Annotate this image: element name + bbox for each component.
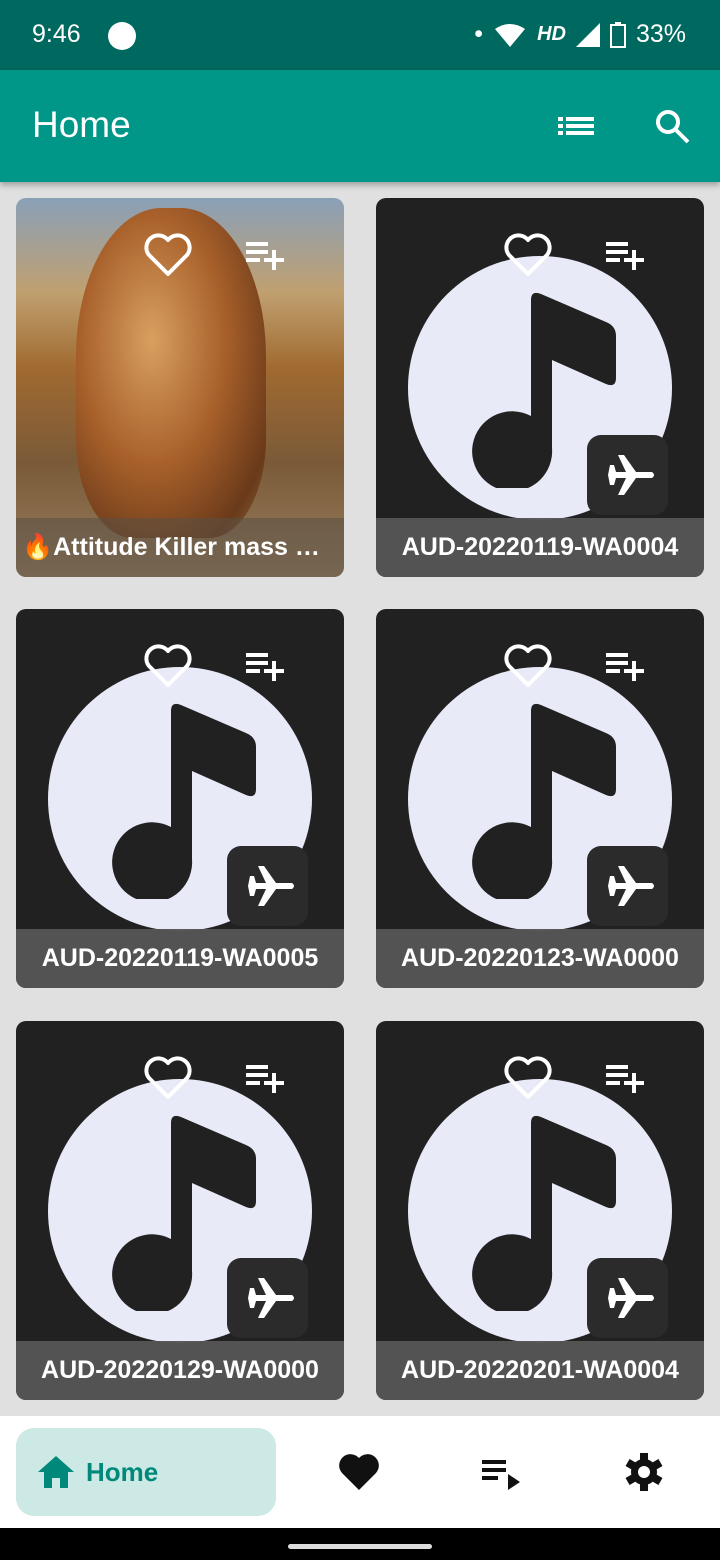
clock: 9:46	[32, 20, 81, 48]
playlist-add-icon[interactable]	[244, 240, 286, 272]
list-view-icon[interactable]	[556, 106, 596, 146]
favorite-heart-icon[interactable]	[502, 230, 554, 280]
bottom-navigation: Home	[0, 1416, 720, 1528]
dot-icon: •	[474, 20, 484, 48]
playlist-add-icon[interactable]	[244, 1063, 286, 1095]
airplane-icon	[601, 1278, 654, 1318]
airplane-icon	[241, 866, 294, 906]
playlist-add-icon[interactable]	[604, 1063, 646, 1095]
app-notification-icon	[108, 22, 136, 50]
favorites-heart-icon[interactable]	[337, 1452, 381, 1492]
offline-badge	[227, 1258, 308, 1338]
settings-gear-icon[interactable]	[622, 1452, 666, 1492]
network-type: HD	[537, 23, 566, 45]
status-bar: 9:46 • HD 33%	[0, 0, 720, 70]
airplane-icon	[241, 1278, 294, 1318]
song-card[interactable]: 🔥Attitude Killer mass …	[16, 198, 344, 577]
page-title: Home	[32, 104, 131, 145]
system-navigation-bar	[0, 1528, 720, 1560]
playlist-add-icon[interactable]	[604, 651, 646, 683]
wifi-icon	[495, 23, 526, 47]
favorite-heart-icon[interactable]	[502, 641, 554, 691]
song-card[interactable]: AUD-20220129-WA0000	[16, 1021, 344, 1400]
song-card[interactable]: AUD-20220119-WA0005	[16, 609, 344, 988]
playlist-add-icon[interactable]	[244, 651, 286, 683]
home-icon	[38, 1456, 74, 1488]
airplane-icon	[601, 866, 654, 906]
signal-icon	[575, 22, 600, 47]
song-title: AUD-20220119-WA0004	[376, 518, 704, 577]
nav-home[interactable]: Home	[16, 1428, 276, 1516]
song-card[interactable]: AUD-20220119-WA0004	[376, 198, 704, 577]
song-title: AUD-20220119-WA0005	[16, 929, 344, 988]
favorite-heart-icon[interactable]	[502, 1053, 554, 1103]
offline-badge	[587, 846, 668, 926]
app-bar: Home	[0, 70, 720, 182]
home-gesture-handle[interactable]	[288, 1544, 432, 1549]
favorite-heart-icon[interactable]	[142, 641, 194, 691]
offline-badge	[587, 435, 668, 515]
search-icon[interactable]	[652, 106, 692, 146]
offline-badge	[227, 846, 308, 926]
song-card[interactable]: AUD-20220123-WA0000	[376, 609, 704, 988]
playlist-add-icon[interactable]	[604, 240, 646, 272]
playlist-play-icon[interactable]	[480, 1452, 524, 1492]
song-title: AUD-20220129-WA0000	[16, 1341, 344, 1400]
battery-icon	[609, 21, 626, 48]
song-title: AUD-20220123-WA0000	[376, 929, 704, 988]
nav-home-label: Home	[86, 1456, 159, 1487]
song-title: AUD-20220201-WA0004	[376, 1341, 704, 1400]
offline-badge	[587, 1258, 668, 1338]
airplane-icon	[601, 455, 654, 495]
song-card[interactable]: AUD-20220201-WA0004	[376, 1021, 704, 1400]
favorite-heart-icon[interactable]	[142, 1053, 194, 1103]
favorite-heart-icon[interactable]	[142, 230, 194, 280]
song-title: 🔥Attitude Killer mass …	[16, 518, 344, 577]
battery-percent: 33%	[635, 20, 686, 48]
